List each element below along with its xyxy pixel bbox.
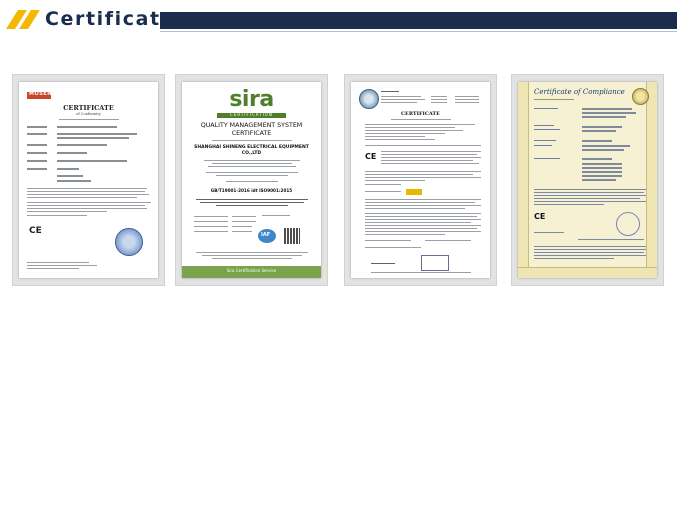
header-bar (160, 12, 677, 29)
certificate-title: CERTIFICATE (63, 104, 114, 112)
certificate-title: CERTIFICATE (401, 111, 440, 117)
certificate-document: CERTIFICATE CE (351, 82, 490, 278)
certificate-thumbnail[interactable]: sira CERTIFICATION QUALITY MANAGEMENT SY… (175, 74, 328, 286)
certificate-title: Certificate of Compliance (534, 88, 625, 96)
header-rule (160, 31, 677, 32)
border-band (518, 82, 529, 278)
stamp-icon (616, 212, 640, 236)
certificate-thumbnail[interactable]: Certificate of Compliance CE (511, 74, 664, 286)
certificate-gallery: MOSEN CERTIFICATE of Conformity CE sira … (0, 74, 677, 288)
certificate-heading: QUALITY MANAGEMENT SYSTEM (200, 122, 303, 129)
ce-mark: CE (29, 226, 42, 236)
sira-logo: sira (229, 87, 274, 112)
certificate-document: MOSEN CERTIFICATE of Conformity CE (19, 82, 158, 278)
globe-logo-icon (359, 89, 379, 109)
ce-mark: CE (534, 212, 546, 221)
seal-icon (115, 228, 143, 256)
issuer-logo-text: MOSEN (29, 91, 52, 97)
ce-mark: CE (365, 152, 377, 161)
stamp-icon (421, 255, 449, 271)
trade-logo-icon (406, 189, 422, 195)
certificate-heading-2: CERTIFICATE (231, 130, 272, 137)
certificate-thumbnail[interactable]: CERTIFICATE CE (344, 74, 497, 286)
certificate-document: Certificate of Compliance CE (518, 82, 657, 278)
standard-line: GB/T19001-2016 idt ISO9001:2015 (210, 188, 293, 193)
iaf-badge-text: IAF (261, 232, 271, 238)
certificate-document: sira CERTIFICATION QUALITY MANAGEMENT SY… (182, 82, 321, 278)
sira-logo-subtitle: CERTIFICATION (230, 112, 273, 117)
certificate-subtitle: of Conformity (76, 112, 101, 116)
qr-code-icon (284, 228, 300, 244)
border-band (646, 82, 657, 278)
section-header: Certificate (0, 0, 677, 40)
page-title: Certificate (45, 8, 176, 30)
seal-icon (632, 88, 649, 105)
certificate-thumbnail[interactable]: MOSEN CERTIFICATE of Conformity CE (12, 74, 165, 286)
footer-text: Sira Certification Service (226, 268, 277, 273)
company-name-2: CO.,LTD (241, 151, 262, 156)
company-name: SHANGHAI SHINENG ELECTRICAL EQUIPMENT (194, 145, 309, 150)
border-band (518, 267, 657, 278)
